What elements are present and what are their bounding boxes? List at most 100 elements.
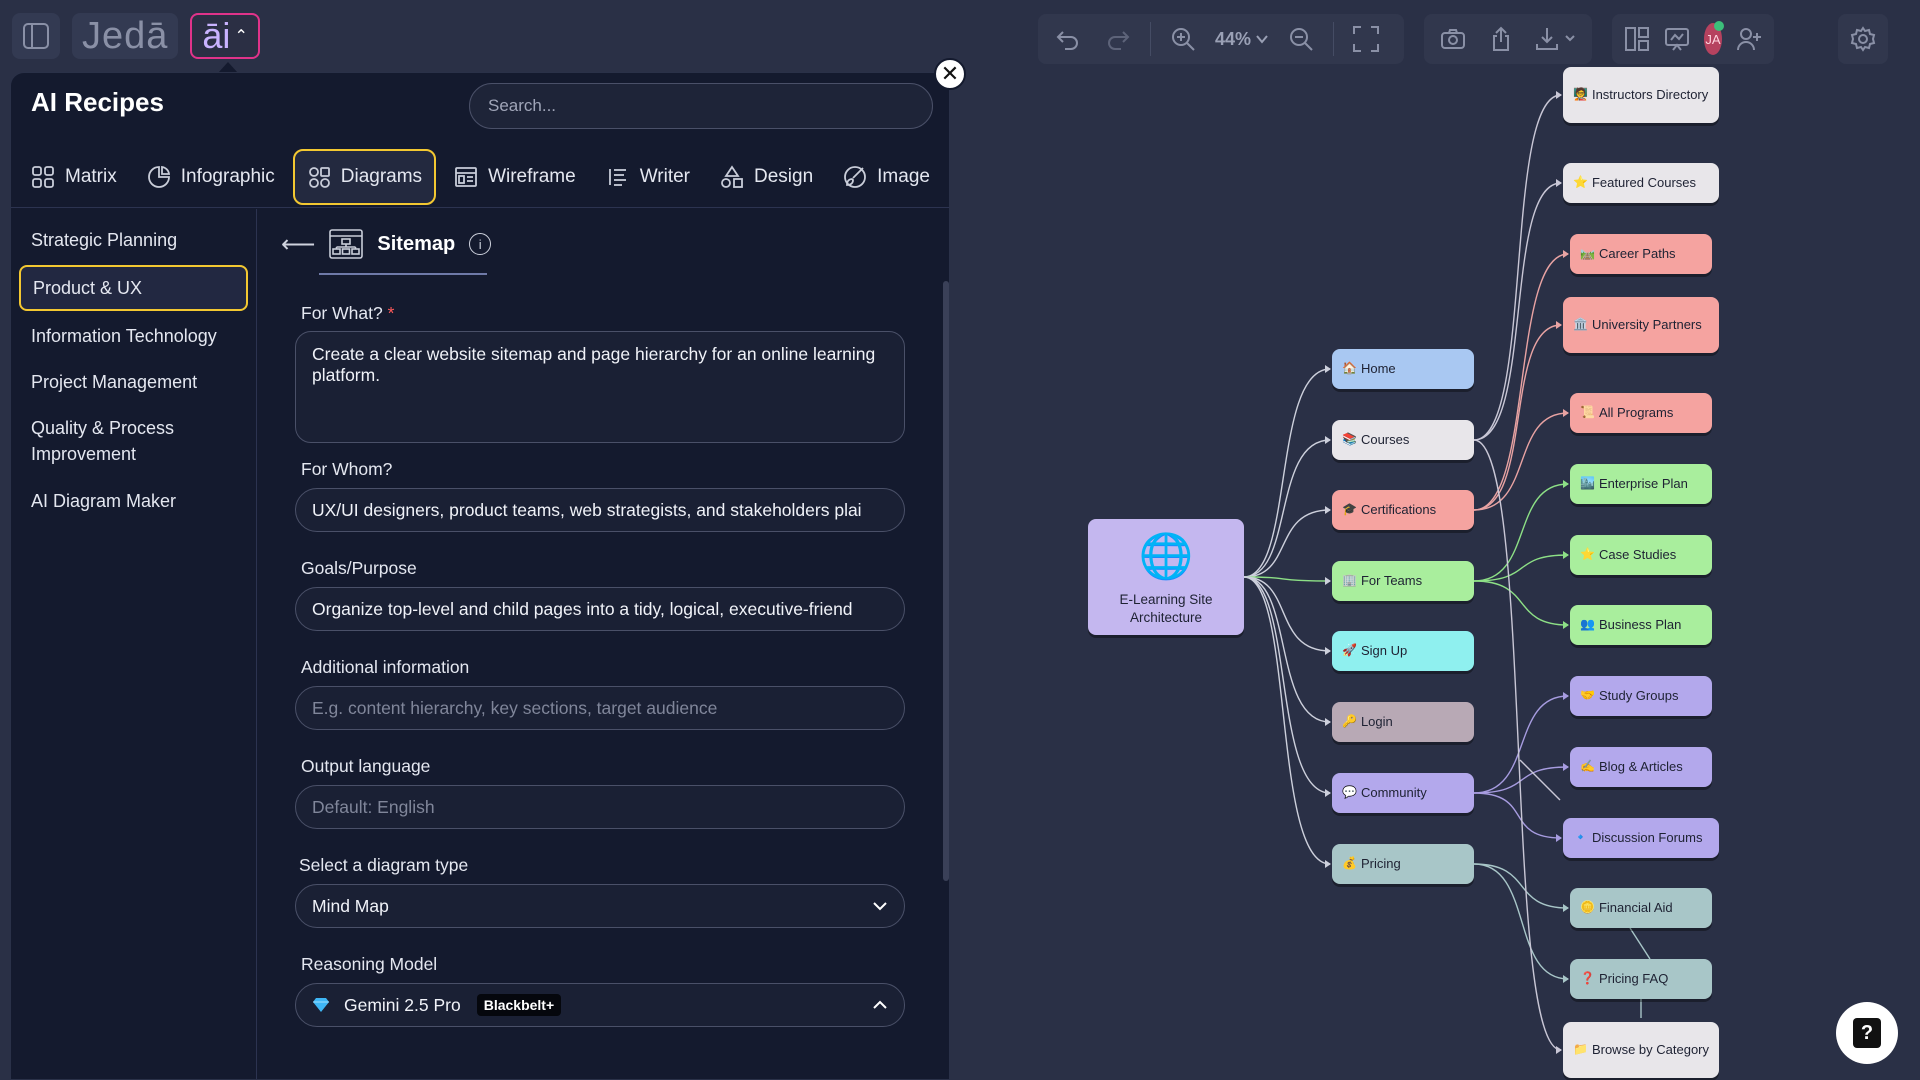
chevron-up-icon: ⌃ (234, 28, 248, 45)
jeda-logo[interactable]: Jedā (72, 13, 179, 59)
tab-wireframe[interactable]: Wireframe (442, 149, 588, 205)
wireframe-icon (455, 167, 477, 187)
node-label: Browse by Category (1591, 1041, 1710, 1057)
mindmap-node-level2[interactable]: ⭐ Featured Courses (1563, 163, 1719, 203)
undo-button[interactable] (1050, 21, 1086, 57)
mindmap-node-level2[interactable]: 👥 Business Plan (1570, 605, 1712, 645)
mindmap-node-level2[interactable]: 🪙 Financial Aid (1570, 888, 1712, 928)
node-emoji-icon: ⭐ (1580, 547, 1595, 562)
mindmap-node-level2[interactable]: 🏙️ Enterprise Plan (1570, 464, 1712, 504)
gem-icon (313, 998, 329, 1012)
toolbar-separator (1333, 22, 1335, 56)
node-emoji-icon: ✍️ (1580, 759, 1595, 774)
chevron-down-icon (873, 902, 887, 911)
download-button[interactable] (1531, 21, 1580, 57)
mindmap-node-level2[interactable]: 🤝 Study Groups (1570, 676, 1712, 716)
info-icon[interactable]: i (469, 233, 492, 255)
tab-image[interactable]: Image (831, 149, 942, 205)
connector-arrow (1325, 860, 1331, 868)
zoom-out-button[interactable] (1283, 21, 1319, 57)
search-input[interactable] (469, 83, 933, 129)
mindmap-node-level1[interactable]: 🏠 Home (1332, 349, 1474, 389)
tab-matrix[interactable]: Matrix (19, 149, 129, 205)
tab-infographic[interactable]: Infographic (135, 149, 287, 205)
connector-arrow (1563, 250, 1569, 258)
mindmap-root-node[interactable]: 🌐 E-Learning Site Architecture (1088, 519, 1244, 635)
for-what-textarea[interactable]: Create a clear website sitemap and page … (295, 331, 905, 443)
tab-design[interactable]: Design (708, 149, 825, 205)
connector-arrow (1556, 834, 1562, 842)
mindmap-node-level2[interactable]: ❓ Pricing FAQ (1570, 959, 1712, 999)
tab-diagrams[interactable]: Diagrams (292, 149, 437, 205)
present-button[interactable] (1664, 21, 1690, 57)
add-user-icon (1737, 28, 1761, 51)
share-button[interactable] (1484, 21, 1518, 57)
category-quality-process[interactable]: Quality & Process Improvement (19, 407, 248, 475)
connector-arrow (1556, 1046, 1562, 1054)
mindmap-node-level2[interactable]: 📁 Browse by Category (1563, 1022, 1719, 1078)
mindmap-node-level2[interactable]: 🔹 Discussion Forums (1563, 818, 1719, 858)
connector-arrow (1325, 718, 1331, 726)
mindmap-node-level2[interactable]: 🛤️ Career Paths (1570, 234, 1712, 274)
layout-button[interactable] (1624, 21, 1650, 57)
category-ai-diagram-maker[interactable]: AI Diagram Maker (19, 480, 248, 522)
zoom-in-button[interactable] (1165, 21, 1201, 57)
redo-button[interactable] (1100, 21, 1136, 57)
goals-input[interactable]: Organize top-level and child pages into … (295, 587, 905, 631)
mindmap-node-level2[interactable]: 🧑‍🏫 Instructors Directory (1563, 67, 1719, 123)
mindmap-node-level2[interactable]: 🏛️ University Partners (1563, 297, 1719, 353)
category-project-management[interactable]: Project Management (19, 361, 248, 403)
level2-connector (1473, 863, 1569, 909)
node-emoji-icon: 👥 (1580, 617, 1595, 632)
mindmap-node-level1[interactable]: 🎓 Certifications (1332, 490, 1474, 530)
back-arrow-icon[interactable]: ⟵ (281, 230, 315, 259)
category-information-technology[interactable]: Information Technology (19, 315, 248, 357)
mindmap-node-level1[interactable]: 🏢 For Teams (1332, 561, 1474, 601)
connector-arrow (1325, 436, 1331, 444)
mindmap-node-level2[interactable]: 📜 All Programs (1570, 393, 1712, 433)
screenshot-button[interactable] (1436, 21, 1470, 57)
settings-button[interactable] (1845, 21, 1881, 57)
mindmap-node-level1[interactable]: 🔑 Login (1332, 702, 1474, 742)
mindmap-node-level1[interactable]: 📚 Courses (1332, 420, 1474, 460)
level2-connector (1473, 182, 1562, 441)
export-toolbar (1424, 14, 1592, 64)
ai-menu-button[interactable]: āi ⌃ (190, 13, 260, 59)
mindmap-node-level1[interactable]: 💰 Pricing (1332, 844, 1474, 884)
category-strategic-planning[interactable]: Strategic Planning (19, 219, 248, 261)
output-language-input[interactable]: Default: English (295, 785, 905, 829)
node-label: Community (1360, 784, 1427, 800)
additional-info-input[interactable]: E.g. content hierarchy, key sections, ta… (295, 686, 905, 730)
mindmap-node-level1[interactable]: 🚀 Sign Up (1332, 631, 1474, 671)
node-emoji-icon: 📚 (1342, 432, 1357, 447)
diagram-type-select[interactable]: Mind Map (295, 884, 905, 928)
additional-info-label: Additional information (301, 657, 470, 677)
reasoning-model-select[interactable]: Gemini 2.5 Pro Blackbelt+ (295, 983, 905, 1027)
mindmap-node-level2[interactable]: ✍️ Blog & Articles (1570, 747, 1712, 787)
close-panel-button[interactable]: ✕ (934, 58, 966, 90)
level2-connector (1473, 695, 1569, 794)
root-label: E-Learning Site Architecture (1119, 592, 1213, 625)
fit-screen-button[interactable] (1348, 21, 1384, 57)
list-icon (608, 169, 626, 186)
tab-writer[interactable]: Writer (594, 149, 702, 205)
sidebar-toggle-button[interactable] (12, 13, 60, 59)
chevron-up-icon (873, 1000, 887, 1009)
add-user-button[interactable] (1736, 21, 1762, 57)
help-button[interactable]: ? (1836, 1002, 1898, 1064)
node-label: Pricing FAQ (1598, 970, 1669, 986)
node-emoji-icon: 🧑‍🏫 (1573, 87, 1588, 102)
connector-arrow (1563, 904, 1569, 912)
mindmap-node-level1[interactable]: 💬 Community (1332, 773, 1474, 813)
zoom-level-dropdown[interactable]: 44% (1215, 29, 1269, 50)
category-product-ux[interactable]: Product & UX (19, 265, 248, 312)
mindmap-node-level2[interactable]: ⭐ Case Studies (1570, 535, 1712, 575)
panel-scrollbar[interactable] (943, 281, 949, 881)
connector-arrow (1563, 409, 1569, 417)
category-nav: Strategic Planning Product & UX Informat… (11, 209, 257, 1079)
for-whom-input[interactable]: UX/UI designers, product teams, web stra… (295, 488, 905, 532)
tab-label: Diagrams (340, 166, 423, 187)
node-emoji-icon: 💬 (1342, 785, 1357, 800)
node-emoji-icon: 🔹 (1573, 830, 1588, 845)
user-avatar[interactable]: JA (1704, 21, 1724, 55)
